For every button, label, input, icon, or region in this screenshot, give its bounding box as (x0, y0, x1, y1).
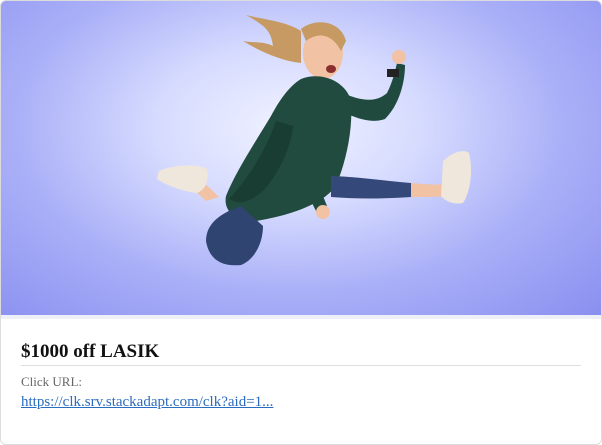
click-url-link[interactable]: https://clk.srv.stackadapt.com/clk?aid=1… (21, 394, 273, 411)
jumping-woman-illustration (157, 15, 471, 266)
ad-title: $1000 off LASIK (21, 341, 160, 362)
image-bottom-strip (1, 315, 601, 319)
click-url-label: Click URL: (21, 374, 83, 389)
title-divider (21, 365, 581, 366)
ad-hero-image[interactable] (1, 1, 601, 315)
ad-content: $1000 off LASIK Click URL: https://clk.s… (21, 341, 581, 411)
ad-card[interactable]: $1000 off LASIK Click URL: https://clk.s… (0, 0, 602, 445)
